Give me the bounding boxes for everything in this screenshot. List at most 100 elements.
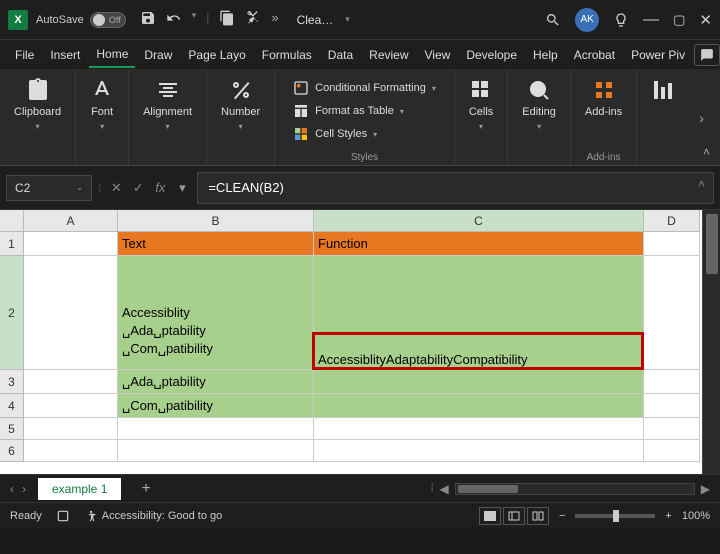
comments-button[interactable] (694, 44, 720, 66)
horizontal-scrollbar[interactable] (455, 483, 695, 495)
formula-input[interactable]: =CLEAN(B2) ˄ (197, 172, 714, 204)
cell-c3[interactable] (314, 370, 644, 394)
cell-c4[interactable] (314, 394, 644, 418)
copy-icon[interactable] (219, 10, 235, 29)
col-header-a[interactable]: A (24, 210, 118, 232)
row-header-1[interactable]: 1 (0, 232, 24, 256)
cell-b5[interactable] (118, 418, 314, 440)
formula-expand-icon[interactable]: ˄ (698, 177, 705, 191)
menu-powerpivot[interactable]: Power Piv (624, 43, 692, 67)
menu-review[interactable]: Review (362, 43, 415, 67)
search-icon[interactable] (545, 12, 561, 28)
minimize-button[interactable]: — (643, 11, 659, 29)
accessibility-status[interactable]: Accessibility: Good to go (84, 509, 222, 523)
name-box[interactable]: C2 ⌄ (6, 175, 92, 201)
zoom-in-button[interactable]: + (665, 510, 671, 522)
conditional-formatting-button[interactable]: Conditional Formatting ▾ (293, 78, 436, 98)
row-header-6[interactable]: 6 (0, 440, 24, 462)
cell-c2[interactable]: AccessiblityAdaptabilityCompatibility (314, 256, 644, 370)
row-header-5[interactable]: 5 (0, 418, 24, 440)
ribbon-collapse-icon[interactable]: ˄ (703, 145, 710, 159)
cell-b6[interactable] (118, 440, 314, 462)
vertical-scrollbar[interactable] (702, 210, 720, 474)
cell-c5[interactable] (314, 418, 644, 440)
menu-developer[interactable]: Develope (459, 43, 524, 67)
hscroll-thumb[interactable] (458, 485, 518, 493)
formula-accept-icon[interactable]: ✓ (129, 180, 147, 196)
cell-c1[interactable]: Function (314, 232, 644, 256)
cell-d2[interactable] (644, 256, 700, 370)
analyze-button[interactable] (647, 76, 679, 104)
col-header-c[interactable]: C (314, 210, 644, 232)
toggle-switch[interactable]: Off (90, 12, 126, 28)
cell-b1[interactable]: Text (118, 232, 314, 256)
menu-help[interactable]: Help (526, 43, 565, 67)
menu-view[interactable]: View (418, 43, 458, 67)
qat-more-icon[interactable]: » (271, 10, 278, 29)
maximize-button[interactable]: ▢ (673, 12, 685, 28)
cut-icon[interactable] (245, 10, 261, 29)
clipboard-button[interactable]: Clipboard ▾ (10, 76, 65, 133)
macro-icon[interactable] (56, 509, 70, 523)
menu-data[interactable]: Data (321, 43, 360, 67)
view-pagelayout-button[interactable] (503, 507, 525, 525)
menu-home[interactable]: Home (89, 42, 135, 68)
menu-draw[interactable]: Draw (137, 43, 179, 67)
vscroll-thumb[interactable] (706, 214, 718, 274)
cell-d6[interactable] (644, 440, 700, 462)
row-header-4[interactable]: 4 (0, 394, 24, 418)
user-avatar[interactable]: AK (575, 8, 599, 32)
cell-a2[interactable] (24, 256, 118, 370)
undo-caret[interactable]: ▾ (192, 10, 197, 29)
sheet-tab-active[interactable]: example 1 (38, 478, 121, 500)
editing-button[interactable]: Editing ▾ (518, 76, 560, 133)
menu-file[interactable]: File (8, 43, 41, 67)
row-header-3[interactable]: 3 (0, 370, 24, 394)
col-header-d[interactable]: D (644, 210, 700, 232)
zoom-level[interactable]: 100% (682, 510, 710, 522)
cell-b4[interactable]: ␣Com␣patibility (118, 394, 314, 418)
zoom-out-button[interactable]: − (559, 510, 565, 522)
view-pagebreak-button[interactable] (527, 507, 549, 525)
cell-b3[interactable]: ␣Ada␣ptability (118, 370, 314, 394)
menu-insert[interactable]: Insert (43, 43, 87, 67)
col-header-b[interactable]: B (118, 210, 314, 232)
menu-acrobat[interactable]: Acrobat (567, 43, 622, 67)
alignment-button[interactable]: Alignment ▾ (139, 76, 196, 133)
format-as-table-button[interactable]: Format as Table ▾ (293, 101, 404, 121)
cells-button[interactable]: Cells ▾ (465, 76, 497, 133)
addins-button[interactable]: Add-ins (581, 76, 626, 120)
formula-cancel-icon[interactable]: ✕ (107, 180, 125, 196)
doc-name-caret[interactable]: ▾ (345, 14, 350, 25)
cell-a1[interactable] (24, 232, 118, 256)
cell-d5[interactable] (644, 418, 700, 440)
cell-b2[interactable]: Accessiblity ␣Ada␣ptability ␣Com␣patibil… (118, 256, 314, 370)
cell-a5[interactable] (24, 418, 118, 440)
document-name[interactable]: Clea… (297, 13, 334, 27)
cell-a6[interactable] (24, 440, 118, 462)
sheet-prev-icon[interactable]: ‹ (10, 482, 14, 496)
close-button[interactable]: ✕ (699, 11, 712, 29)
autosave-toggle[interactable]: AutoSave Off (36, 12, 126, 28)
ribbon-overflow[interactable]: › (689, 70, 714, 165)
menu-pagelayout[interactable]: Page Layo (181, 43, 252, 67)
zoom-slider[interactable] (575, 514, 655, 518)
hscroll-right-icon[interactable]: ▶ (701, 482, 710, 496)
row-header-2[interactable]: 2 (0, 256, 24, 370)
sheet-next-icon[interactable]: › (22, 482, 26, 496)
cell-c6[interactable] (314, 440, 644, 462)
fx-icon[interactable]: fx (151, 180, 169, 195)
cell-d4[interactable] (644, 394, 700, 418)
cell-a3[interactable] (24, 370, 118, 394)
sheet-add-button[interactable]: + (133, 480, 158, 498)
cell-a4[interactable] (24, 394, 118, 418)
font-button[interactable]: Font ▾ (86, 76, 118, 133)
cell-d3[interactable] (644, 370, 700, 394)
undo-icon[interactable] (166, 10, 182, 29)
namebox-caret-icon[interactable]: ⌄ (76, 183, 83, 192)
cell-styles-button[interactable]: Cell Styles ▾ (293, 124, 377, 144)
view-normal-button[interactable] (479, 507, 501, 525)
spreadsheet-grid[interactable]: A B C D 1 2 3 4 5 6 Text Function (0, 210, 720, 474)
save-icon[interactable] (140, 10, 156, 29)
select-all-corner[interactable] (0, 210, 24, 232)
